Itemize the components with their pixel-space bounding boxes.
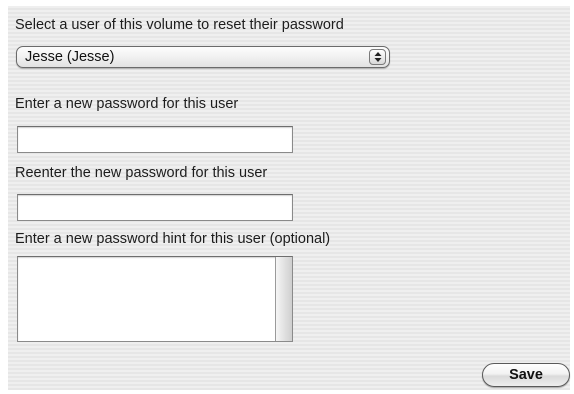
save-button[interactable]: Save [482, 363, 570, 387]
hint-scrollbar[interactable] [275, 257, 292, 341]
password-hint-label: Enter a new password hint for this user … [15, 231, 331, 247]
select-user-label: Select a user of this volume to reset th… [15, 17, 344, 33]
reset-password-panel: Select a user of this volume to reset th… [8, 6, 570, 390]
new-password-label: Enter a new password for this user [15, 96, 239, 112]
user-popup-menu[interactable]: Jesse (Jesse) [16, 46, 390, 68]
password-hint-field[interactable] [18, 257, 275, 341]
password-hint-area [17, 256, 293, 342]
new-password-field[interactable] [17, 126, 293, 153]
reenter-password-label: Reenter the new password for this user [15, 165, 268, 181]
up-down-arrows-icon [369, 49, 386, 65]
user-popup-selected-value: Jesse (Jesse) [25, 49, 115, 65]
reenter-password-field[interactable] [17, 194, 293, 221]
